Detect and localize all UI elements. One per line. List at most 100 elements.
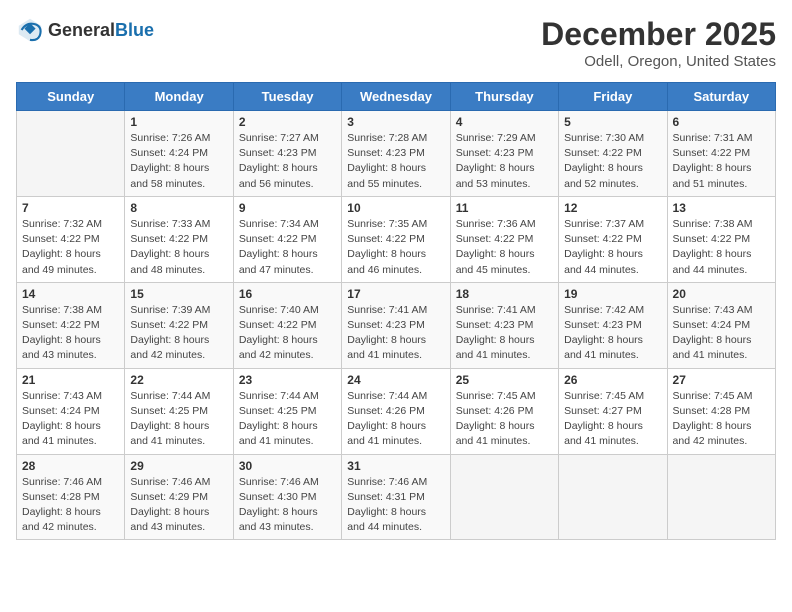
calendar-cell: 16 Sunrise: 7:40 AM Sunset: 4:22 PM Dayl… <box>233 282 341 368</box>
calendar-cell: 18 Sunrise: 7:41 AM Sunset: 4:23 PM Dayl… <box>450 282 558 368</box>
day-number: 31 <box>347 459 444 473</box>
calendar-cell: 29 Sunrise: 7:46 AM Sunset: 4:29 PM Dayl… <box>125 454 233 540</box>
daylight: Daylight: 8 hours and 43 minutes. <box>130 506 209 533</box>
sunset: Sunset: 4:22 PM <box>347 233 425 245</box>
sunset: Sunset: 4:22 PM <box>673 147 751 159</box>
calendar-week-row: 1 Sunrise: 7:26 AM Sunset: 4:24 PM Dayli… <box>17 111 776 197</box>
day-number: 30 <box>239 459 336 473</box>
daylight: Daylight: 8 hours and 44 minutes. <box>673 248 752 275</box>
calendar-cell: 20 Sunrise: 7:43 AM Sunset: 4:24 PM Dayl… <box>667 282 775 368</box>
day-number: 5 <box>564 115 661 129</box>
day-info: Sunrise: 7:44 AM Sunset: 4:26 PM Dayligh… <box>347 389 444 450</box>
sunset: Sunset: 4:23 PM <box>347 319 425 331</box>
calendar-cell: 21 Sunrise: 7:43 AM Sunset: 4:24 PM Dayl… <box>17 368 125 454</box>
sunrise: Sunrise: 7:36 AM <box>456 218 536 230</box>
sunset: Sunset: 4:26 PM <box>347 405 425 417</box>
day-number: 10 <box>347 201 444 215</box>
day-number: 2 <box>239 115 336 129</box>
day-info: Sunrise: 7:31 AM Sunset: 4:22 PM Dayligh… <box>673 131 770 192</box>
day-number: 27 <box>673 373 770 387</box>
calendar-cell: 14 Sunrise: 7:38 AM Sunset: 4:22 PM Dayl… <box>17 282 125 368</box>
calendar-cell: 9 Sunrise: 7:34 AM Sunset: 4:22 PM Dayli… <box>233 196 341 282</box>
calendar-cell <box>559 454 667 540</box>
day-info: Sunrise: 7:45 AM Sunset: 4:28 PM Dayligh… <box>673 389 770 450</box>
weekday-header-cell: Friday <box>559 83 667 111</box>
sunset: Sunset: 4:24 PM <box>130 147 208 159</box>
daylight: Daylight: 8 hours and 43 minutes. <box>239 506 318 533</box>
day-info: Sunrise: 7:42 AM Sunset: 4:23 PM Dayligh… <box>564 303 661 364</box>
logo-icon <box>16 16 44 44</box>
calendar-cell: 8 Sunrise: 7:33 AM Sunset: 4:22 PM Dayli… <box>125 196 233 282</box>
daylight: Daylight: 8 hours and 55 minutes. <box>347 162 426 189</box>
sunrise: Sunrise: 7:45 AM <box>564 390 644 402</box>
day-number: 1 <box>130 115 227 129</box>
daylight: Daylight: 8 hours and 41 minutes. <box>456 334 535 361</box>
sunset: Sunset: 4:22 PM <box>673 233 751 245</box>
sunrise: Sunrise: 7:44 AM <box>347 390 427 402</box>
calendar-cell: 17 Sunrise: 7:41 AM Sunset: 4:23 PM Dayl… <box>342 282 450 368</box>
calendar-cell: 30 Sunrise: 7:46 AM Sunset: 4:30 PM Dayl… <box>233 454 341 540</box>
logo: GeneralBlue <box>16 16 154 44</box>
sunrise: Sunrise: 7:43 AM <box>673 304 753 316</box>
day-info: Sunrise: 7:45 AM Sunset: 4:27 PM Dayligh… <box>564 389 661 450</box>
sunset: Sunset: 4:23 PM <box>564 319 642 331</box>
calendar-cell <box>450 454 558 540</box>
day-info: Sunrise: 7:33 AM Sunset: 4:22 PM Dayligh… <box>130 217 227 278</box>
weekday-header-row: SundayMondayTuesdayWednesdayThursdayFrid… <box>17 83 776 111</box>
day-number: 12 <box>564 201 661 215</box>
daylight: Daylight: 8 hours and 45 minutes. <box>456 248 535 275</box>
calendar-week-row: 7 Sunrise: 7:32 AM Sunset: 4:22 PM Dayli… <box>17 196 776 282</box>
daylight: Daylight: 8 hours and 51 minutes. <box>673 162 752 189</box>
day-number: 3 <box>347 115 444 129</box>
calendar-cell: 10 Sunrise: 7:35 AM Sunset: 4:22 PM Dayl… <box>342 196 450 282</box>
day-number: 17 <box>347 287 444 301</box>
calendar-cell: 3 Sunrise: 7:28 AM Sunset: 4:23 PM Dayli… <box>342 111 450 197</box>
weekday-header-cell: Tuesday <box>233 83 341 111</box>
sunrise: Sunrise: 7:44 AM <box>130 390 210 402</box>
page-header: GeneralBlue December 2025 Odell, Oregon,… <box>16 16 776 70</box>
calendar-cell: 25 Sunrise: 7:45 AM Sunset: 4:26 PM Dayl… <box>450 368 558 454</box>
day-info: Sunrise: 7:35 AM Sunset: 4:22 PM Dayligh… <box>347 217 444 278</box>
sunrise: Sunrise: 7:41 AM <box>456 304 536 316</box>
calendar-cell: 22 Sunrise: 7:44 AM Sunset: 4:25 PM Dayl… <box>125 368 233 454</box>
day-info: Sunrise: 7:46 AM Sunset: 4:30 PM Dayligh… <box>239 475 336 536</box>
sunset: Sunset: 4:22 PM <box>564 233 642 245</box>
sunset: Sunset: 4:28 PM <box>673 405 751 417</box>
sunset: Sunset: 4:24 PM <box>673 319 751 331</box>
daylight: Daylight: 8 hours and 47 minutes. <box>239 248 318 275</box>
day-info: Sunrise: 7:46 AM Sunset: 4:29 PM Dayligh… <box>130 475 227 536</box>
sunrise: Sunrise: 7:40 AM <box>239 304 319 316</box>
daylight: Daylight: 8 hours and 42 minutes. <box>239 334 318 361</box>
calendar-cell: 26 Sunrise: 7:45 AM Sunset: 4:27 PM Dayl… <box>559 368 667 454</box>
daylight: Daylight: 8 hours and 42 minutes. <box>22 506 101 533</box>
daylight: Daylight: 8 hours and 42 minutes. <box>130 334 209 361</box>
sunrise: Sunrise: 7:46 AM <box>347 476 427 488</box>
day-info: Sunrise: 7:39 AM Sunset: 4:22 PM Dayligh… <box>130 303 227 364</box>
calendar-week-row: 28 Sunrise: 7:46 AM Sunset: 4:28 PM Dayl… <box>17 454 776 540</box>
weekday-header-cell: Monday <box>125 83 233 111</box>
calendar-cell: 24 Sunrise: 7:44 AM Sunset: 4:26 PM Dayl… <box>342 368 450 454</box>
sunrise: Sunrise: 7:30 AM <box>564 132 644 144</box>
calendar-cell: 2 Sunrise: 7:27 AM Sunset: 4:23 PM Dayli… <box>233 111 341 197</box>
sunrise: Sunrise: 7:27 AM <box>239 132 319 144</box>
sunrise: Sunrise: 7:45 AM <box>456 390 536 402</box>
sunrise: Sunrise: 7:43 AM <box>22 390 102 402</box>
logo-text: GeneralBlue <box>48 20 154 41</box>
sunrise: Sunrise: 7:41 AM <box>347 304 427 316</box>
day-info: Sunrise: 7:45 AM Sunset: 4:26 PM Dayligh… <box>456 389 553 450</box>
sunrise: Sunrise: 7:35 AM <box>347 218 427 230</box>
day-info: Sunrise: 7:46 AM Sunset: 4:28 PM Dayligh… <box>22 475 119 536</box>
day-number: 23 <box>239 373 336 387</box>
sunset: Sunset: 4:30 PM <box>239 491 317 503</box>
day-info: Sunrise: 7:30 AM Sunset: 4:22 PM Dayligh… <box>564 131 661 192</box>
sunset: Sunset: 4:27 PM <box>564 405 642 417</box>
day-info: Sunrise: 7:44 AM Sunset: 4:25 PM Dayligh… <box>239 389 336 450</box>
sunset: Sunset: 4:24 PM <box>22 405 100 417</box>
daylight: Daylight: 8 hours and 41 minutes. <box>673 334 752 361</box>
day-number: 18 <box>456 287 553 301</box>
day-number: 26 <box>564 373 661 387</box>
sunrise: Sunrise: 7:44 AM <box>239 390 319 402</box>
sunset: Sunset: 4:22 PM <box>239 319 317 331</box>
calendar-cell: 31 Sunrise: 7:46 AM Sunset: 4:31 PM Dayl… <box>342 454 450 540</box>
sunrise: Sunrise: 7:38 AM <box>22 304 102 316</box>
